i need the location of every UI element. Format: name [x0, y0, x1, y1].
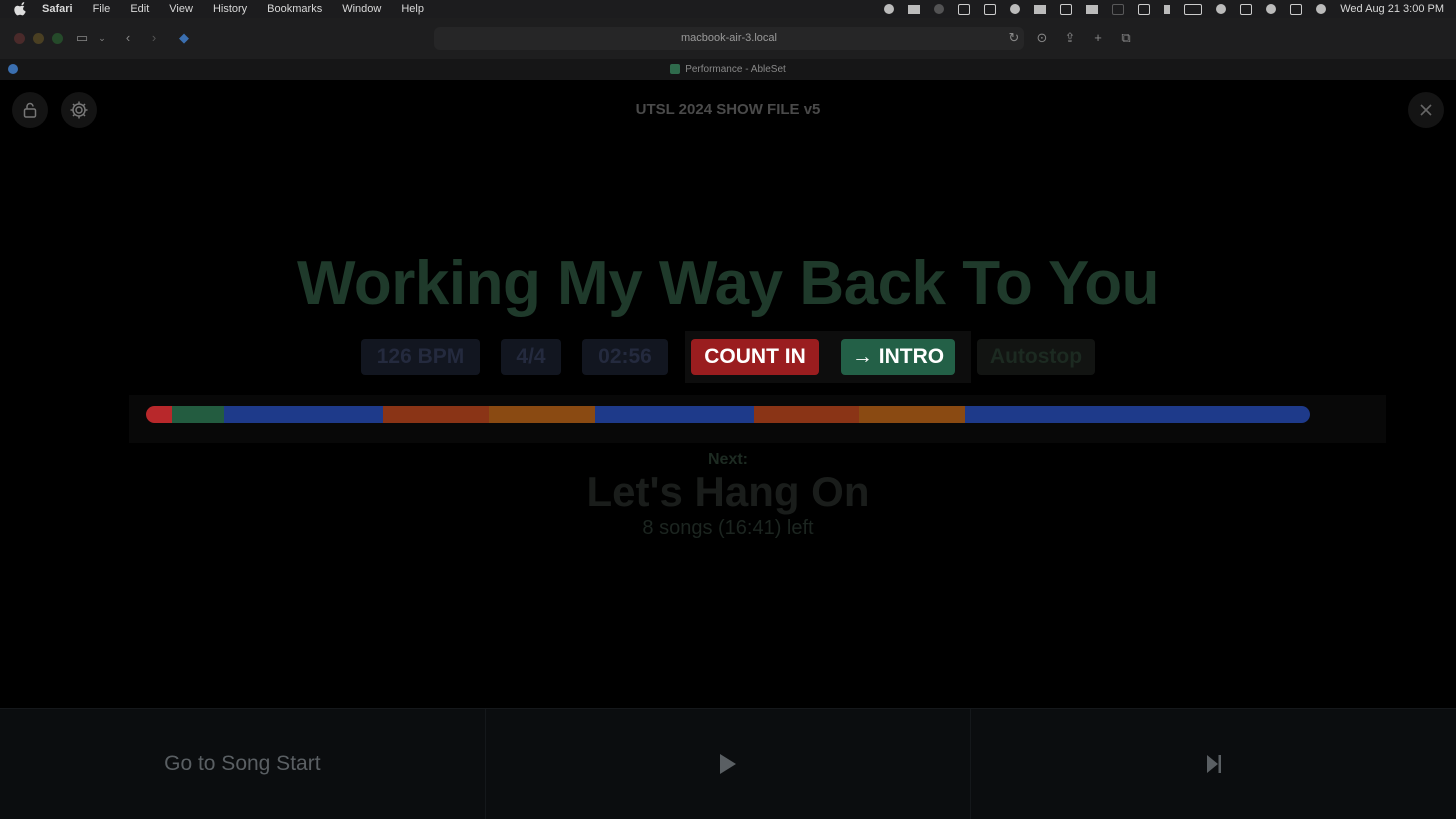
battery-icon[interactable]: [1184, 3, 1203, 15]
search-icon[interactable]: [1266, 4, 1277, 14]
play-icon: [720, 754, 736, 774]
section-label: INTRO: [878, 345, 945, 368]
close-window-button[interactable]: [14, 33, 25, 44]
go-to-song-start-label: Go to Song Start: [164, 752, 321, 775]
status-leaf-icon[interactable]: [1010, 4, 1021, 14]
share-icon[interactable]: ⇪: [1062, 30, 1078, 46]
section-segment[interactable]: [383, 406, 490, 423]
section-segment[interactable]: [965, 406, 1310, 423]
status-camera-icon[interactable]: [958, 3, 971, 15]
menu-edit[interactable]: Edit: [130, 3, 149, 15]
browser-toolbar: ▭ ⌄ ‹ › ◆ macbook-air-3.local ↻ ⊙ ⇪ + ⧉ …: [0, 18, 1456, 80]
menu-bookmarks[interactable]: Bookmarks: [267, 3, 322, 15]
minimize-window-button[interactable]: [33, 33, 44, 44]
count-in-button[interactable]: COUNT IN: [691, 339, 819, 375]
skip-next-icon: [1206, 755, 1221, 773]
status-stack-icon[interactable]: [1086, 4, 1099, 14]
forward-icon[interactable]: ›: [146, 30, 162, 46]
duration-badge: 02:56: [582, 339, 668, 375]
next-label: Next:: [707, 451, 748, 468]
next-song-title: Let's Hang On: [586, 468, 870, 515]
menubar-clock[interactable]: Wed Aug 21 3:00 PM: [1340, 3, 1444, 15]
tab-overview-icon[interactable]: ⧉: [1118, 30, 1134, 46]
menu-view[interactable]: View: [169, 3, 193, 15]
songs-remaining: 8 songs (16:41) left: [642, 517, 814, 539]
next-song-button[interactable]: [971, 709, 1456, 819]
reload-icon[interactable]: ↻: [1006, 30, 1022, 46]
siri-icon[interactable]: [1316, 4, 1327, 14]
section-segment[interactable]: [859, 406, 966, 423]
song-info-row: 126 BPM 4/4 02:56 COUNT IN → INTRO Autos…: [0, 339, 1456, 375]
menu-app-name[interactable]: Safari: [42, 3, 73, 15]
download-icon[interactable]: ⊙: [1034, 30, 1050, 46]
menu-help[interactable]: Help: [401, 3, 424, 15]
site-favicon-icon: ◆: [179, 30, 189, 45]
new-tab-icon[interactable]: +: [1090, 30, 1106, 46]
tab-bar: Performance - AbleSet: [0, 59, 1456, 80]
zoom-window-button[interactable]: [52, 33, 63, 44]
current-song-title: Working My Way Back To You: [296, 249, 1160, 318]
section-segment[interactable]: [753, 406, 860, 423]
play-button[interactable]: [486, 709, 972, 819]
song-progress-container[interactable]: [129, 395, 1386, 443]
autostop-button[interactable]: Autostop: [977, 339, 1095, 375]
status-sun-icon[interactable]: [884, 4, 895, 14]
control-center-icon[interactable]: [1290, 3, 1303, 15]
sidebar-toggle-icon[interactable]: ▭: [74, 30, 90, 46]
section-segment[interactable]: [223, 406, 384, 423]
address-bar[interactable]: macbook-air-3.local: [434, 27, 1024, 50]
section-segment[interactable]: [595, 406, 754, 423]
transport-bar: Go to Song Start: [0, 708, 1456, 819]
status-window-icon[interactable]: [984, 3, 997, 15]
section-segment[interactable]: [489, 406, 596, 423]
status-link-icon[interactable]: [1112, 3, 1125, 15]
status-user-icon[interactable]: [934, 4, 945, 14]
tab-title[interactable]: Performance - AbleSet: [685, 64, 786, 75]
time-signature-badge: 4/4: [501, 339, 561, 375]
menu-window[interactable]: Window: [342, 3, 381, 15]
close-button[interactable]: [1408, 92, 1444, 128]
performance-view: UTSL 2024 SHOW FILE v5 Working My Way Ba…: [0, 80, 1456, 819]
menu-file[interactable]: File: [93, 3, 111, 15]
section-button[interactable]: → INTRO: [841, 339, 955, 375]
tab-favicon-icon: [670, 64, 681, 75]
status-screen-icon[interactable]: [1138, 3, 1151, 15]
section-segment[interactable]: [171, 406, 224, 423]
menu-bar: Safari File Edit View History Bookmarks …: [0, 0, 1456, 18]
menu-history[interactable]: History: [213, 3, 247, 15]
bpm-badge: 126 BPM: [361, 339, 480, 375]
song-sections-bar[interactable]: [146, 406, 1310, 423]
apple-icon[interactable]: [14, 2, 28, 16]
show-file-name: UTSL 2024 SHOW FILE v5: [635, 101, 821, 118]
window-controls: [14, 33, 63, 44]
close-icon: [1420, 104, 1432, 116]
bluetooth-icon[interactable]: [1164, 4, 1171, 14]
section-segment[interactable]: [146, 406, 172, 423]
arrow-right-icon: →: [851, 345, 873, 368]
pinned-tab-icon[interactable]: [8, 64, 18, 74]
wifi-icon[interactable]: [1216, 4, 1227, 14]
back-icon[interactable]: ‹: [120, 30, 136, 46]
status-grid-icon[interactable]: [1060, 3, 1073, 15]
chevron-down-icon[interactable]: ⌄: [94, 30, 110, 46]
go-to-song-start-button[interactable]: Go to Song Start: [0, 709, 486, 819]
status-media-icon[interactable]: [908, 4, 921, 14]
keyboard-icon[interactable]: [1240, 3, 1253, 15]
status-bookmark-icon[interactable]: [1034, 4, 1047, 14]
